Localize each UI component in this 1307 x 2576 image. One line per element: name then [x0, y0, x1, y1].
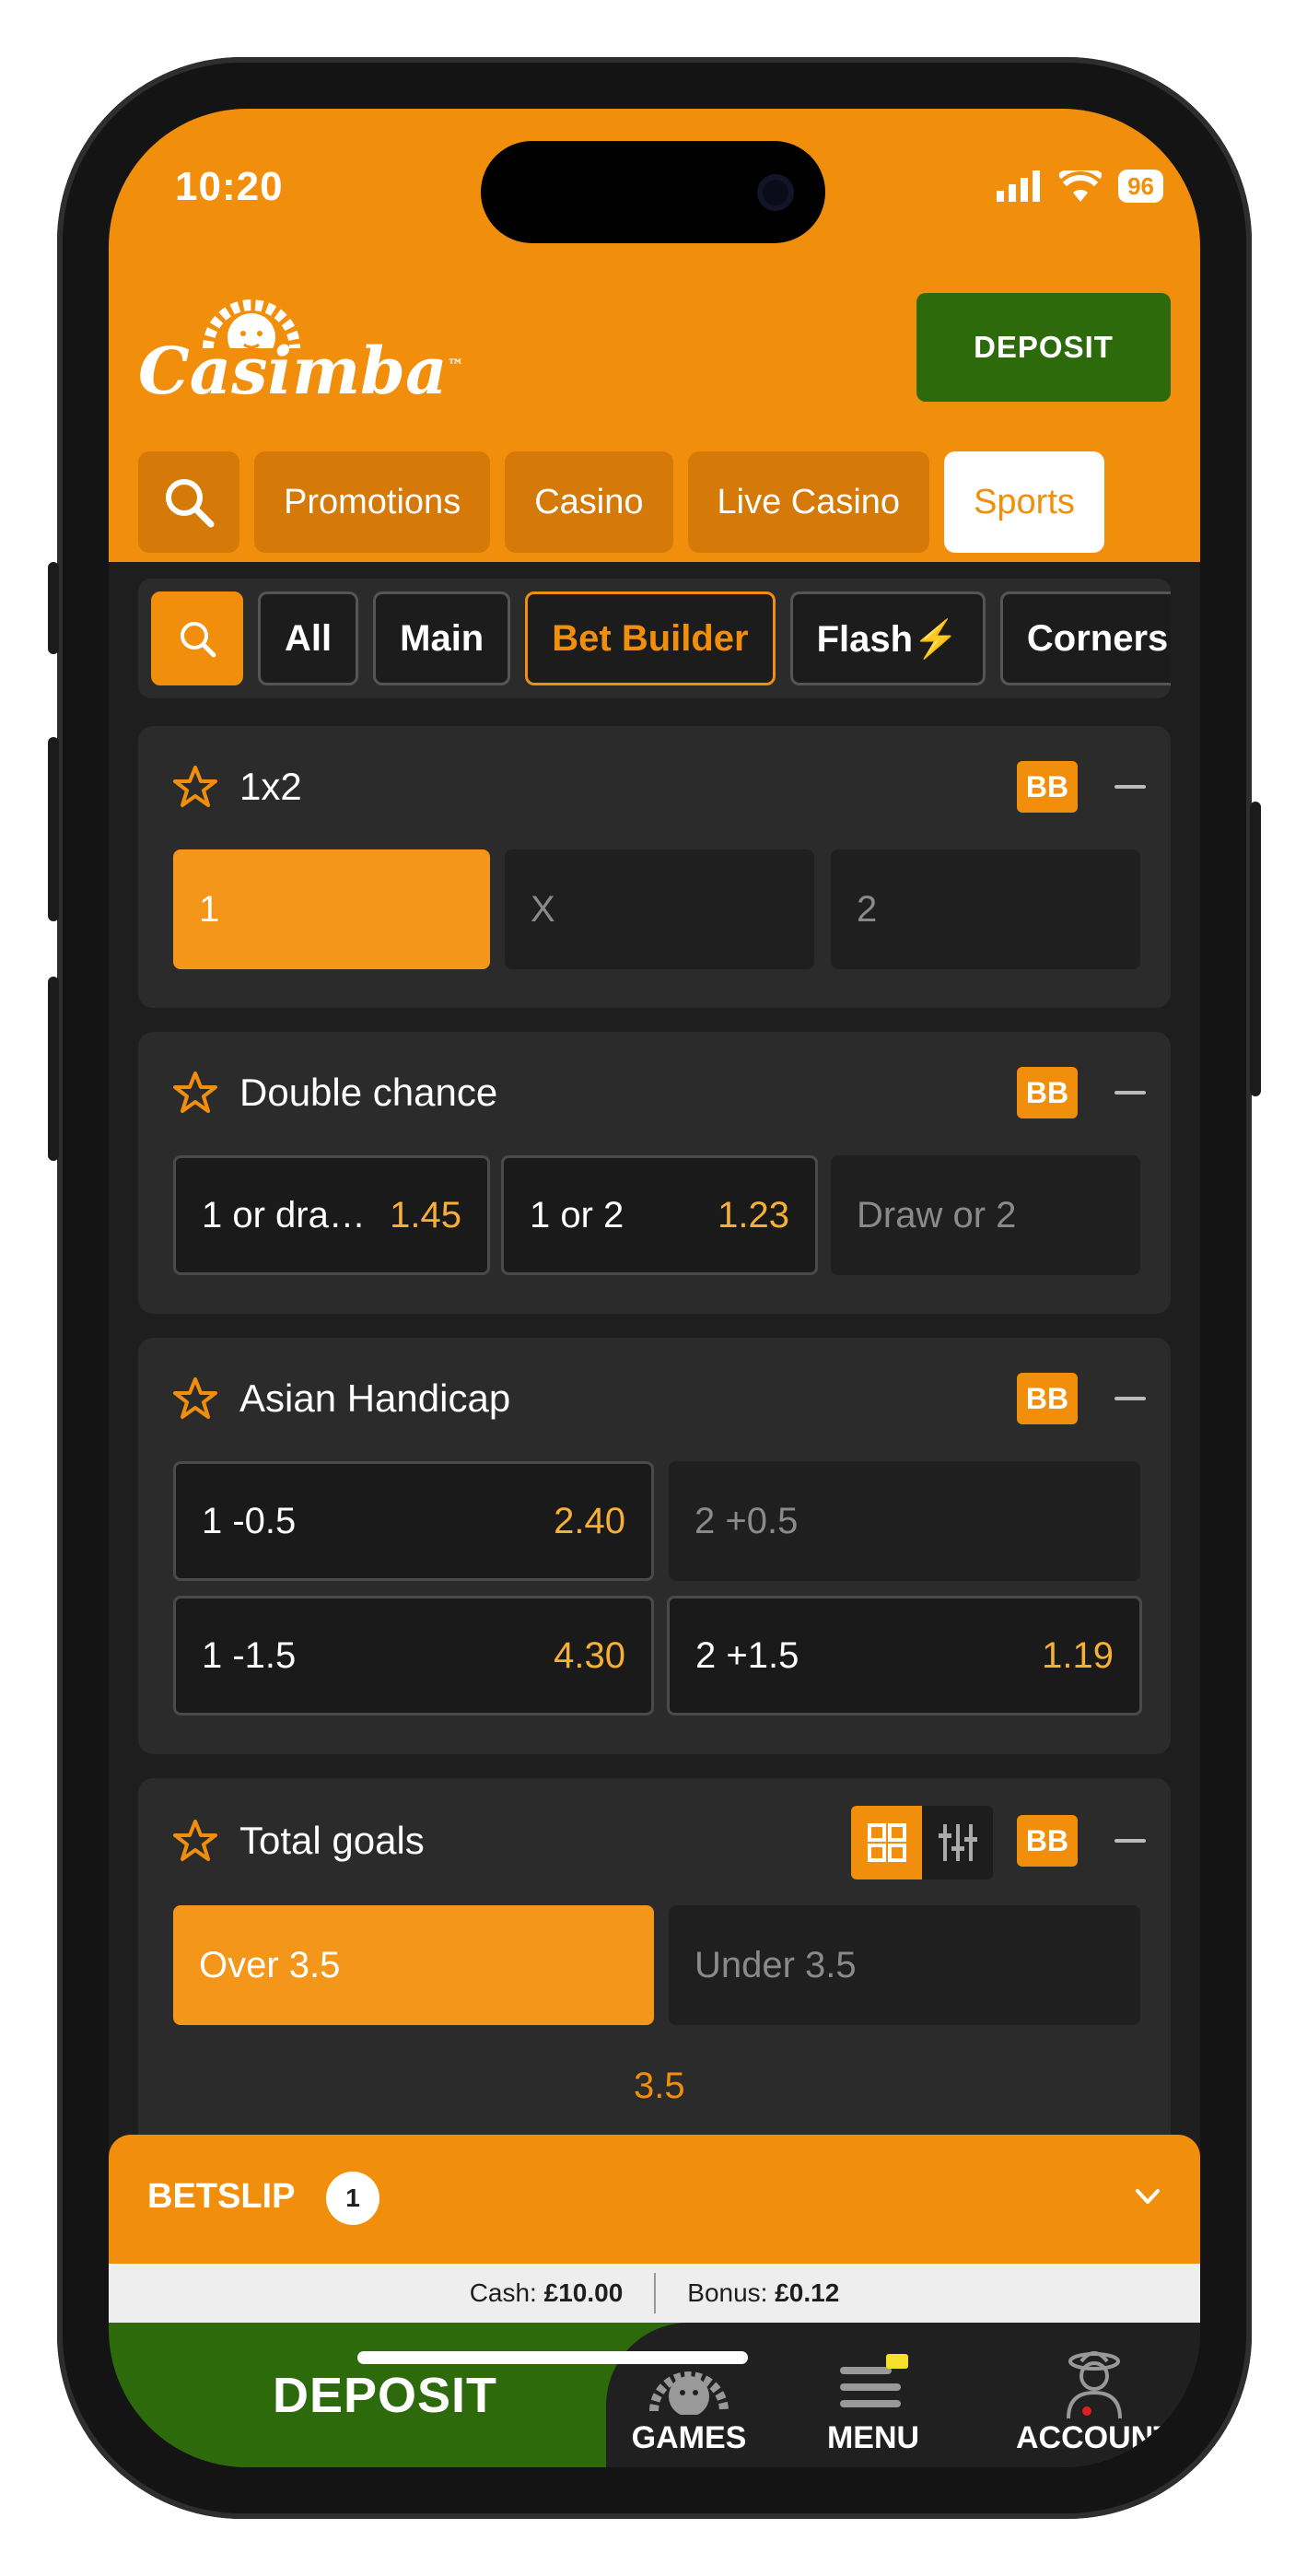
outcome-button[interactable]: 2 +0.5 [669, 1461, 1140, 1581]
account-icon [1067, 2351, 1122, 2419]
nav-menu[interactable]: MENU [790, 2341, 956, 2461]
star-icon[interactable] [173, 1819, 217, 1863]
star-icon[interactable] [173, 765, 217, 809]
market-filter-bar: All Main Bet Builder Flash⚡ Corners [138, 579, 1171, 698]
star-icon[interactable] [173, 1376, 217, 1421]
slider-view-button[interactable] [922, 1806, 993, 1879]
nav-account[interactable]: ACCOUNT [1002, 2341, 1186, 2461]
grid-view-button[interactable] [851, 1806, 922, 1879]
outcome-button[interactable]: 1 or 2 1.23 [501, 1155, 818, 1275]
wifi-icon [1059, 170, 1103, 202]
filter-main[interactable]: Main [373, 591, 511, 685]
collapse-icon[interactable] [1114, 785, 1146, 789]
signal-icon [997, 170, 1041, 202]
tab-casino[interactable]: Casino [505, 451, 673, 553]
search-icon [181, 622, 216, 658]
battery-indicator: 96 [1118, 170, 1163, 203]
phone-button [48, 562, 59, 654]
top-nav: Promotions Casino Live Casino Sports [138, 451, 1104, 553]
status-icons: 96 [997, 170, 1163, 203]
bottom-bar: DEPOSIT GAMES MENU ACCOUNT [109, 2323, 1200, 2467]
balance-bar: Cash: £10.00 Bonus: £0.12 [109, 2264, 1200, 2323]
phone-button [1250, 802, 1261, 1096]
phone-button [48, 737, 59, 921]
outcome-button[interactable]: 2 +1.5 1.19 [667, 1596, 1142, 1715]
market-title: 1x2 [239, 765, 302, 808]
collapse-icon[interactable] [1114, 1397, 1146, 1400]
outcome-button[interactable]: Under 3.5 [669, 1905, 1140, 2025]
collapse-icon[interactable] [1114, 1091, 1146, 1095]
filter-all[interactable]: All [258, 591, 359, 685]
chevron-down-icon[interactable] [1134, 2183, 1161, 2210]
betslip-count-badge: 1 [326, 2172, 379, 2225]
grid-icon [867, 1823, 906, 1862]
menu-icon [840, 2354, 908, 2407]
brand-name: Casimba™ [138, 333, 464, 409]
tab-promotions[interactable]: Promotions [254, 451, 491, 553]
betslip-label: BETSLIP [147, 2177, 296, 2216]
dynamic-island [481, 141, 825, 243]
bet-builder-badge[interactable]: BB [1017, 1815, 1078, 1867]
phone-button [48, 977, 59, 1161]
outcome-button[interactable]: 1 [173, 849, 490, 969]
tab-live-casino[interactable]: Live Casino [687, 451, 930, 553]
outcome-button[interactable]: 1 or dra… 1.45 [173, 1155, 490, 1275]
outcome-button[interactable]: Draw or 2 [831, 1155, 1140, 1275]
brand-logo[interactable]: Casimba™ [138, 284, 463, 413]
market-card-1x2: 1x2 BB 1 X 2 [138, 726, 1171, 1008]
market-card-double-chance: Double chance BB 1 or dra… 1.45 1 or 2 1.2… [138, 1032, 1171, 1314]
filter-bet-builder[interactable]: Bet Builder [525, 591, 776, 685]
bottom-deposit-button[interactable]: DEPOSIT [109, 2323, 624, 2467]
status-time: 10:20 [175, 164, 284, 209]
market-card-total-goals: Total goals BB Over 3.5 Under 3.5 [138, 1778, 1171, 2165]
layout-toggle [851, 1806, 993, 1879]
market-title: Asian Handicap [239, 1376, 511, 1420]
outcome-button[interactable]: 1 -0.5 2.40 [173, 1461, 654, 1581]
filter-corners[interactable]: Corners [999, 591, 1171, 685]
outcome-button[interactable]: X [505, 849, 814, 969]
tab-sports[interactable]: Sports [944, 451, 1104, 553]
goals-line-slider-value[interactable]: 3.5 [634, 2066, 685, 2107]
star-icon[interactable] [173, 1071, 217, 1115]
outcome-button[interactable]: Over 3.5 [173, 1905, 654, 2025]
betslip-bar[interactable]: BETSLIP 1 [109, 2135, 1200, 2264]
home-indicator [357, 2351, 748, 2364]
bet-builder-badge[interactable]: BB [1017, 1067, 1078, 1118]
bonus-balance: Bonus: £0.12 [687, 2278, 840, 2307]
divider [654, 2273, 657, 2313]
market-title: Double chance [239, 1071, 498, 1114]
deposit-button[interactable]: DEPOSIT [916, 293, 1171, 402]
outcome-button[interactable]: 1 -1.5 4.30 [173, 1596, 654, 1715]
search-button[interactable] [138, 451, 239, 553]
market-card-asian-handicap: Asian Handicap BB 1 -0.5 2.40 2 +0.5 1 -1… [138, 1338, 1171, 1754]
collapse-icon[interactable] [1114, 1839, 1146, 1843]
cash-balance: Cash: £10.00 [469, 2278, 624, 2307]
bottom-nav: GAMES MENU ACCOUNT [606, 2323, 1200, 2467]
bet-builder-badge[interactable]: BB [1017, 761, 1078, 813]
filter-flash[interactable]: Flash⚡ [789, 591, 986, 685]
market-search-button[interactable] [151, 591, 243, 685]
bet-builder-badge[interactable]: BB [1017, 1373, 1078, 1424]
sliders-icon [938, 1824, 977, 1861]
market-title: Total goals [239, 1819, 425, 1862]
search-icon [166, 479, 215, 528]
camera [757, 174, 794, 211]
app-screen: 10:20 96 Casimba™ DEPOSIT Promotions Cas… [109, 109, 1200, 2467]
outcome-button[interactable]: 2 [831, 849, 1140, 969]
